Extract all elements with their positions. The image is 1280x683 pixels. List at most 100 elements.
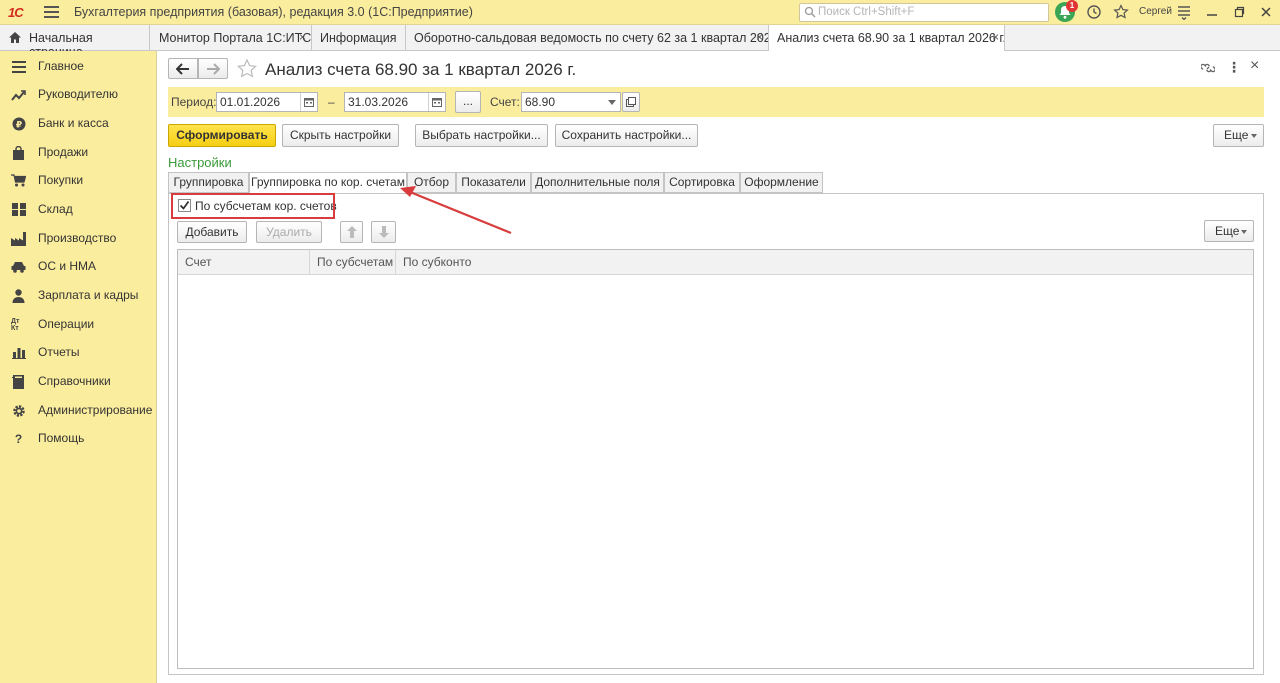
column-header-by-subconto[interactable]: По субконто	[396, 250, 516, 275]
generate-button[interactable]: Сформировать	[168, 124, 276, 147]
tab-close-icon[interactable]: ×	[756, 30, 763, 44]
sidebar-item-administration[interactable]: Администрирование	[0, 400, 157, 422]
app-title: Бухгалтерия предприятия (базовая), редак…	[74, 5, 473, 19]
person-icon	[11, 288, 26, 303]
open-windows-bar: Начальная страница Монитор Портала 1С:ИТ…	[0, 25, 1280, 59]
calendar-icon[interactable]	[300, 93, 317, 111]
sidebar-item-label: Зарплата и кадры	[38, 288, 139, 302]
arrow-right-icon	[207, 63, 220, 75]
column-header-account[interactable]: Счет	[178, 250, 310, 275]
tab-indicators[interactable]: Показатели	[456, 172, 531, 193]
settings-menu-icon[interactable]	[1176, 4, 1192, 20]
sidebar-item-label: Администрирование	[38, 403, 153, 417]
forward-button[interactable]	[198, 58, 228, 79]
search-placeholder: Поиск Ctrl+Shift+F	[818, 6, 915, 18]
column-header-by-subaccounts[interactable]: По субсчетам	[310, 250, 396, 275]
sidebar-item-sales[interactable]: Продажи	[0, 142, 157, 164]
gear-icon	[11, 403, 26, 418]
restore-icon[interactable]	[1233, 6, 1245, 18]
hide-settings-button[interactable]: Скрыть настройки	[282, 124, 399, 147]
sidebar-item-warehouse[interactable]: Склад	[0, 199, 157, 221]
bar-chart-icon	[11, 345, 26, 360]
tab-formatting[interactable]: Оформление	[740, 172, 823, 193]
tab-grouping[interactable]: Группировка	[168, 172, 249, 193]
coin-icon: ₽	[11, 116, 26, 131]
dropdown-icon[interactable]	[603, 93, 620, 111]
sidebar-item-operations[interactable]: Дт Кт Операции	[0, 314, 157, 336]
tab-sorting[interactable]: Сортировка	[664, 172, 740, 193]
calendar-icon[interactable]	[428, 93, 445, 111]
arrow-down-icon	[378, 226, 389, 238]
form-close-icon[interactable]: ×	[1250, 57, 1259, 75]
account-label: Счет:	[490, 95, 520, 109]
save-settings-button[interactable]: Сохранить настройки...	[555, 124, 698, 147]
book-icon	[11, 374, 26, 389]
more-button[interactable]: Еще	[1213, 124, 1264, 147]
date-from-value: 01.01.2026	[220, 95, 281, 109]
move-up-button[interactable]	[340, 221, 363, 243]
history-icon[interactable]	[1086, 4, 1102, 20]
sidebar-item-purchases[interactable]: Покупки	[0, 170, 157, 192]
minimize-icon[interactable]	[1206, 6, 1218, 18]
sidebar-item-director[interactable]: Руководителю	[0, 84, 157, 106]
period-select-button[interactable]: ...	[455, 91, 481, 113]
form-more-icon[interactable]: ⋮	[1227, 59, 1241, 76]
sidebar-item-bank[interactable]: ₽ Банк и касса	[0, 113, 157, 135]
sidebar-item-main[interactable]: Главное	[0, 56, 157, 78]
open-icon	[626, 97, 636, 107]
sidebar-item-catalogs[interactable]: Справочники	[0, 371, 157, 393]
trend-icon	[11, 87, 26, 102]
favorites-star-icon[interactable]	[1113, 4, 1129, 20]
sidebar-item-label: Склад	[38, 202, 73, 216]
tab-label: Информация	[320, 31, 397, 45]
back-button[interactable]	[168, 58, 198, 79]
period-dash: –	[328, 95, 335, 109]
search-input[interactable]: Поиск Ctrl+Shift+F	[799, 3, 1049, 22]
sidebar-item-salary[interactable]: Зарплата и кадры	[0, 285, 157, 307]
tab-grouping-by-corr-accounts[interactable]: Группировка по кор. счетам	[249, 172, 407, 194]
sidebar-item-label: Руководителю	[38, 87, 119, 101]
account-field[interactable]: 68.90	[521, 92, 621, 112]
favorite-star-icon[interactable]	[237, 59, 257, 78]
tab-filter[interactable]: Отбор	[407, 172, 456, 193]
panel-more-button[interactable]: Еще	[1204, 220, 1254, 242]
sidebar-item-label: Главное	[38, 59, 84, 73]
factory-icon	[11, 231, 26, 246]
tab-label: Оборотно-сальдовая ведомость по счету 62…	[414, 31, 769, 45]
add-button[interactable]: Добавить	[177, 221, 247, 243]
cart-icon	[11, 173, 26, 188]
chevron-down-icon	[1241, 230, 1247, 234]
delete-button[interactable]: Удалить	[256, 221, 322, 243]
tab-turnover-sheet[interactable]: Оборотно-сальдовая ведомость по счету 62…	[406, 25, 769, 50]
tab-home[interactable]: Начальная страница	[0, 25, 150, 59]
sidebar-item-label: ОС и НМА	[38, 259, 97, 273]
sidebar-item-production[interactable]: Производство	[0, 228, 157, 250]
date-from-field[interactable]: 01.01.2026	[216, 92, 318, 112]
tab-close-icon[interactable]: ×	[299, 30, 306, 44]
choose-settings-button[interactable]: Выбрать настройки...	[415, 124, 548, 147]
tab-label: Анализ счета 68.90 за 1 квартал 2026 г.	[777, 31, 1005, 45]
sidebar-item-reports[interactable]: Отчеты	[0, 342, 157, 364]
tab-close-icon[interactable]: ×	[992, 30, 999, 44]
sidebar-item-help[interactable]: ? Помощь	[0, 428, 157, 450]
sidebar-item-label: Операции	[38, 317, 95, 331]
tab-info[interactable]: Информация	[312, 25, 406, 50]
home-icon	[9, 32, 21, 43]
sidebar-item-label: Банк и касса	[38, 116, 109, 130]
sections-sidebar: Главное Руководителю ₽ Банк и касса Прод…	[0, 51, 157, 683]
move-down-button[interactable]	[371, 221, 396, 243]
user-name[interactable]: Сергей	[1139, 6, 1172, 17]
svg-text:₽: ₽	[15, 120, 21, 130]
dt-kt-icon: Дт Кт	[11, 318, 20, 332]
tab-account-analysis[interactable]: Анализ счета 68.90 за 1 квартал 2026 г. …	[769, 25, 1005, 51]
close-icon[interactable]	[1260, 6, 1272, 18]
open-account-button[interactable]	[622, 92, 640, 112]
date-to-field[interactable]: 31.03.2026	[344, 92, 446, 112]
corr-accounts-table[interactable]: Счет По субсчетам По субконто	[177, 249, 1254, 669]
link-icon[interactable]	[1201, 61, 1215, 75]
main-menu-icon[interactable]	[44, 6, 59, 18]
tab-its-monitor[interactable]: Монитор Портала 1С:ИТС ×	[151, 25, 312, 50]
more-button-label: Еще	[1224, 128, 1249, 142]
sidebar-item-fixed-assets[interactable]: ОС и НМА	[0, 256, 157, 278]
tab-additional-fields[interactable]: Дополнительные поля	[531, 172, 664, 193]
